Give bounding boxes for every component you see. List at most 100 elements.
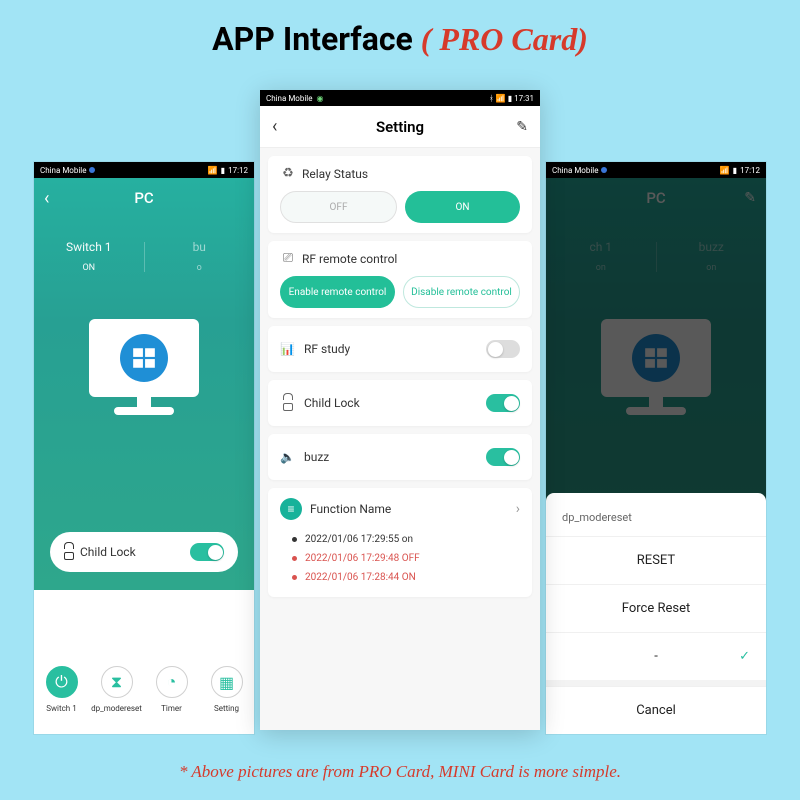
- windows-icon: [120, 334, 168, 382]
- carrier-label: China Mobile: [40, 166, 86, 175]
- pc-main-panel: ‹ PC Switch 1 ON bu o: [34, 178, 254, 590]
- sheet-option-label: -: [654, 649, 658, 664]
- buzz-row[interactable]: 🔈 buzz: [268, 434, 532, 480]
- monitor-illustration: [34, 319, 254, 415]
- bluetooth-icon: ᚼ: [489, 94, 494, 103]
- relay-off-button[interactable]: OFF: [280, 191, 397, 223]
- bottom-label: dp_modereset: [89, 704, 144, 713]
- clock-label: 17:12: [740, 166, 760, 175]
- child-lock-row[interactable]: Child Lock: [268, 380, 532, 426]
- function-name-label: Function Name: [310, 502, 391, 516]
- doc-icon: ≡: [280, 498, 302, 520]
- bottom-modereset[interactable]: ⧗ dp_modereset: [89, 666, 144, 734]
- battery-icon: ▮: [508, 94, 512, 103]
- hourglass-icon: ⧗: [101, 666, 133, 698]
- clock-label: 17:12: [228, 166, 248, 175]
- statusbar: China Mobile ◉ ᚼ 📶 ▮ 17:31: [260, 90, 540, 106]
- function-name-row[interactable]: ≡ Function Name ›: [280, 498, 520, 520]
- title-main: APP Interface: [212, 20, 421, 58]
- child-lock-toggle[interactable]: [486, 394, 520, 412]
- switch-2-tile[interactable]: bu o: [145, 240, 255, 273]
- child-lock-label: Child Lock: [80, 545, 190, 559]
- switch-2-value: o: [197, 263, 202, 273]
- signal-icon: 📶: [496, 94, 506, 103]
- page-title: APP Interface ( PRO Card): [0, 20, 800, 58]
- bottom-timer[interactable]: ◔ Timer: [144, 666, 199, 734]
- carrier-label: China Mobile: [552, 166, 598, 175]
- bottom-switch1[interactable]: ⏻ Switch 1: [34, 666, 89, 734]
- switch-1-value: ON: [82, 263, 95, 273]
- buzz-label: buzz: [304, 450, 486, 464]
- child-lock-row[interactable]: Child Lock: [50, 532, 238, 572]
- log-text: 2022/01/06 17:29:48 OFF: [305, 553, 420, 564]
- settings-header: ‹ Setting ✎: [260, 106, 540, 148]
- edit-button[interactable]: ✎: [516, 119, 528, 135]
- switch-2-label: bu: [145, 240, 255, 254]
- rf-study-toggle[interactable]: [486, 340, 520, 358]
- child-lock-toggle[interactable]: [190, 543, 224, 561]
- switch-tile: buzzon: [657, 240, 767, 273]
- screen-title: PC: [646, 189, 665, 207]
- log-text: 2022/01/06 17:29:55 on: [305, 534, 413, 545]
- back-button[interactable]: ‹: [44, 188, 49, 209]
- relay-label: Relay Status: [302, 167, 368, 181]
- rf-label: RF remote control: [302, 252, 397, 266]
- switch-tile: ch 1on: [546, 240, 656, 273]
- statusbar: China Mobile 📶 ▮ 17:12: [546, 162, 766, 178]
- rf-study-label: RF study: [304, 342, 486, 356]
- log-dot-icon: [292, 556, 297, 561]
- log-dot-icon: [292, 575, 297, 580]
- log-text: 2022/01/06 17:28:44 ON: [305, 572, 416, 583]
- log-entry: 2022/01/06 17:29:48 OFF: [280, 549, 520, 568]
- status-dot-icon: [601, 167, 607, 173]
- battery-icon: ▮: [221, 166, 225, 175]
- bottom-label: Switch 1: [34, 704, 89, 713]
- buzz-toggle[interactable]: [486, 448, 520, 466]
- whatsapp-icon: ◉: [316, 94, 323, 103]
- relay-on-button[interactable]: ON: [405, 191, 520, 223]
- clock-label: 17:31: [514, 94, 534, 103]
- rf-study-row[interactable]: 📊 RF study: [268, 326, 532, 372]
- child-lock-label: Child Lock: [304, 396, 486, 410]
- sheet-option-dash[interactable]: - ✓: [546, 632, 766, 680]
- chart-icon: 📊: [280, 342, 296, 356]
- edit-icon[interactable]: ✎: [744, 190, 756, 206]
- sheet-cancel[interactable]: Cancel: [546, 686, 766, 734]
- power-icon: ⏻: [46, 666, 78, 698]
- sheet-title: dp_modereset: [546, 503, 766, 536]
- log-entry: 2022/01/06 17:29:55 on: [280, 530, 520, 549]
- rf-disable-button[interactable]: Disable remote control: [403, 276, 520, 308]
- status-dot-icon: [89, 167, 95, 173]
- log-dot-icon: [292, 537, 297, 542]
- recycle-icon: ♻: [280, 166, 296, 181]
- bottom-label: Timer: [144, 704, 199, 713]
- back-button[interactable]: ‹: [272, 116, 277, 137]
- check-icon: ✓: [739, 649, 750, 664]
- phone-left: China Mobile 📶 ▮ 17:12 ‹ PC Switch 1 ON …: [34, 162, 254, 734]
- switch-1-label: Switch 1: [34, 240, 144, 254]
- signal-icon: 📶: [720, 166, 730, 175]
- speaker-icon: 🔈: [280, 450, 296, 464]
- footnote: * Above pictures are from PRO Card, MINI…: [0, 762, 800, 782]
- remote-icon: ⎚: [280, 251, 296, 266]
- rf-remote-card: ⎚ RF remote control Enable remote contro…: [268, 241, 532, 318]
- rf-enable-button[interactable]: Enable remote control: [280, 276, 395, 308]
- bottom-setting[interactable]: ▦ Setting: [199, 666, 254, 734]
- action-sheet: dp_modereset RESET Force Reset - ✓ Cance…: [546, 493, 766, 734]
- lock-icon: [280, 396, 296, 411]
- switch-1-tile[interactable]: Switch 1 ON: [34, 240, 144, 273]
- sheet-option-reset[interactable]: RESET: [546, 536, 766, 584]
- function-log-card: ≡ Function Name › 2022/01/06 17:29:55 on…: [268, 488, 532, 597]
- bottom-bar: ⏻ Switch 1 ⧗ dp_modereset ◔ Timer ▦ Sett…: [34, 656, 254, 734]
- grid-icon: ▦: [211, 666, 243, 698]
- lock-icon: [64, 545, 74, 560]
- phone-center: China Mobile ◉ ᚼ 📶 ▮ 17:31 ‹ Setting ✎ ♻…: [260, 90, 540, 730]
- sheet-option-force-reset[interactable]: Force Reset: [546, 584, 766, 632]
- screen-title: PC: [134, 189, 153, 207]
- carrier-label: China Mobile: [266, 94, 312, 103]
- log-entry: 2022/01/06 17:28:44 ON: [280, 568, 520, 587]
- chevron-right-icon: ›: [516, 501, 520, 517]
- screen-title: Setting: [376, 118, 424, 136]
- phone-right: China Mobile 📶 ▮ 17:12 PC ✎ ch 1on buzzo…: [546, 162, 766, 734]
- title-sub: ( PRO Card): [421, 21, 588, 57]
